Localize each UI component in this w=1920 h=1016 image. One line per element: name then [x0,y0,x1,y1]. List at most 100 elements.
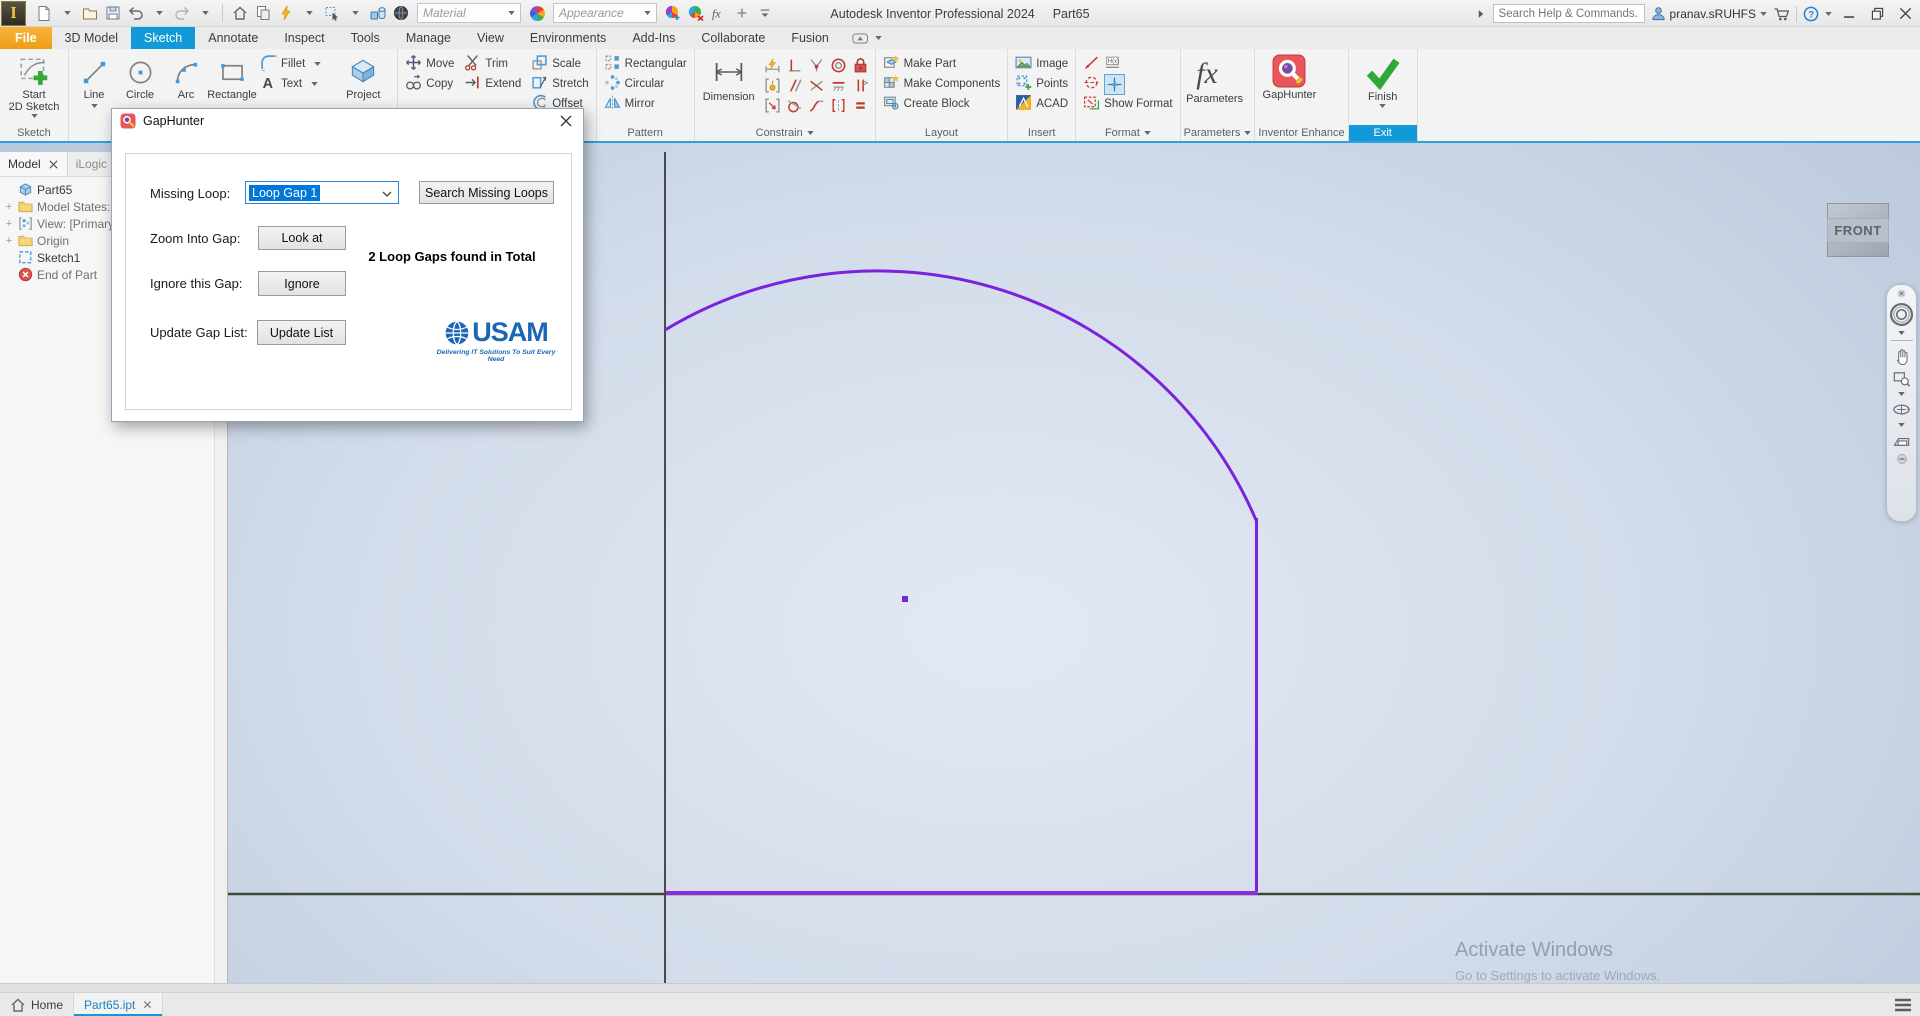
dialog-close-button[interactable] [549,109,583,133]
tab-environments[interactable]: Environments [517,27,619,49]
acad-icon[interactable] [1015,94,1032,111]
trim-button[interactable]: Trim [460,54,525,74]
tab-sketch[interactable]: Sketch [131,27,195,49]
create-block-icon[interactable] [883,94,900,111]
collinear-button[interactable] [806,75,828,95]
stretch-icon[interactable] [531,74,548,91]
tab-manage[interactable]: Manage [393,27,464,49]
move-icon[interactable] [405,54,422,71]
show-format-icon[interactable] [1083,94,1100,111]
auto-dimension-button[interactable] [762,55,784,75]
close-button[interactable] [1894,3,1916,25]
rect-pattern-icon[interactable] [604,54,621,71]
points-button[interactable]: Points [1011,74,1072,94]
maximize-button[interactable] [1866,3,1888,25]
missing-loop-combobox[interactable]: Loop Gap 1 [245,181,399,204]
tab-file[interactable]: File [0,27,52,49]
circular-button[interactable]: Circular [600,74,691,94]
new-file-icon[interactable] [34,3,54,23]
redo-icon[interactable] [172,3,192,23]
swatch-plus-icon[interactable] [663,3,683,23]
zoom-window-button[interactable] [1889,367,1915,390]
save-icon[interactable] [103,3,123,23]
search-expand-icon[interactable] [1475,8,1487,20]
parameters-button[interactable]: fxParameters [1184,51,1246,125]
undo-icon[interactable] [126,3,146,23]
acad-button[interactable]: ACAD [1011,94,1072,114]
stretch-button[interactable]: Stretch [527,74,592,94]
close-button[interactable] [1889,287,1915,300]
gaphunter-button[interactable]: GapHunter [1258,51,1320,125]
copy-button[interactable]: Copy [401,74,458,94]
help-icon[interactable]: ? [1803,6,1819,22]
inventor-logo[interactable]: I [1,1,26,26]
swatch-x-icon[interactable] [686,3,706,23]
open-icon[interactable] [80,3,100,23]
coincident-button[interactable] [806,55,828,75]
expander-plus-icon[interactable]: + [4,235,14,247]
points-icon[interactable] [1015,74,1032,91]
home-icon[interactable] [230,3,250,23]
search-input[interactable] [1493,4,1645,23]
close-icon[interactable]: ✕ [142,998,152,1012]
browser-tab-model[interactable]: Model [0,152,68,176]
view-cube-front-face[interactable]: FRONT [1827,218,1888,243]
format-icons-button[interactable]: H(x) [1079,54,1176,74]
caret-icon[interactable] [1889,421,1915,429]
group-label-constrain[interactable]: Constrain [698,125,872,141]
ribbon-collapse-icon[interactable] [852,27,882,49]
expander-plus-icon[interactable]: + [4,201,14,213]
tab-tools[interactable]: Tools [338,27,393,49]
caret-icon[interactable] [1889,390,1915,398]
text-icon[interactable]: A [260,74,277,91]
centerline-icon[interactable] [1083,74,1100,91]
make-part-button[interactable]: Make Part [879,54,1005,74]
paste-icon[interactable] [253,3,273,23]
rectangular-button[interactable]: Rectangular [600,54,691,74]
select-icon[interactable] [322,3,342,23]
expander-plus-icon[interactable]: + [4,218,14,230]
move-button[interactable]: Move [401,54,458,74]
scale-button[interactable]: Scale [527,54,592,74]
home-tab[interactable]: Home [0,993,73,1016]
fillet-button[interactable]: Fillet [256,54,330,74]
hamburger-menu-icon[interactable] [1886,993,1920,1016]
image-icon[interactable] [1015,54,1032,71]
make-components-icon[interactable] [883,74,900,91]
look-at-button[interactable]: Look at [258,226,346,250]
material-dropdown[interactable]: Material [417,3,521,23]
caret-icon[interactable] [1889,329,1915,337]
create-block-button[interactable]: Create Block [879,94,1005,114]
finish-button[interactable]: Finish [1352,51,1414,125]
text-button[interactable]: AText [256,74,330,94]
minus-button[interactable] [1889,452,1915,466]
tab-view[interactable]: View [464,27,517,49]
tangent-button[interactable] [784,95,806,115]
pan-button[interactable] [1889,344,1915,367]
constraint-settings-button[interactable] [762,75,784,95]
wheel-button[interactable] [1889,300,1915,329]
search-missing-loops-button[interactable]: Search Missing Loops [419,181,554,204]
vertical-button[interactable] [850,75,872,95]
extend-button[interactable]: Extend [460,74,525,94]
trim-icon[interactable] [464,54,481,71]
fillet-icon[interactable] [260,54,277,71]
color-wheel-icon[interactable] [527,3,547,23]
lightning-icon[interactable] [276,3,296,23]
qat-caret-icon[interactable] [755,3,775,23]
tab-inspect[interactable]: Inspect [271,27,337,49]
parallel-button[interactable] [784,75,806,95]
tab-annotate[interactable]: Annotate [195,27,271,49]
make-components-button[interactable]: Make Components [879,74,1005,94]
tab-fusion[interactable]: Fusion [778,27,842,49]
perpendicular-button[interactable] [784,55,806,75]
format-icons-button[interactable] [1079,74,1176,94]
circ-pattern-icon[interactable] [604,74,621,91]
browser-tab-ilogic[interactable]: iLogic [68,152,115,176]
cart-icon[interactable] [1773,6,1790,22]
close-icon[interactable] [48,159,59,170]
smooth-button[interactable] [806,95,828,115]
appearance-dropdown[interactable]: Appearance [553,3,657,23]
symmetric-button[interactable] [828,95,850,115]
make-part-icon[interactable] [883,54,900,71]
